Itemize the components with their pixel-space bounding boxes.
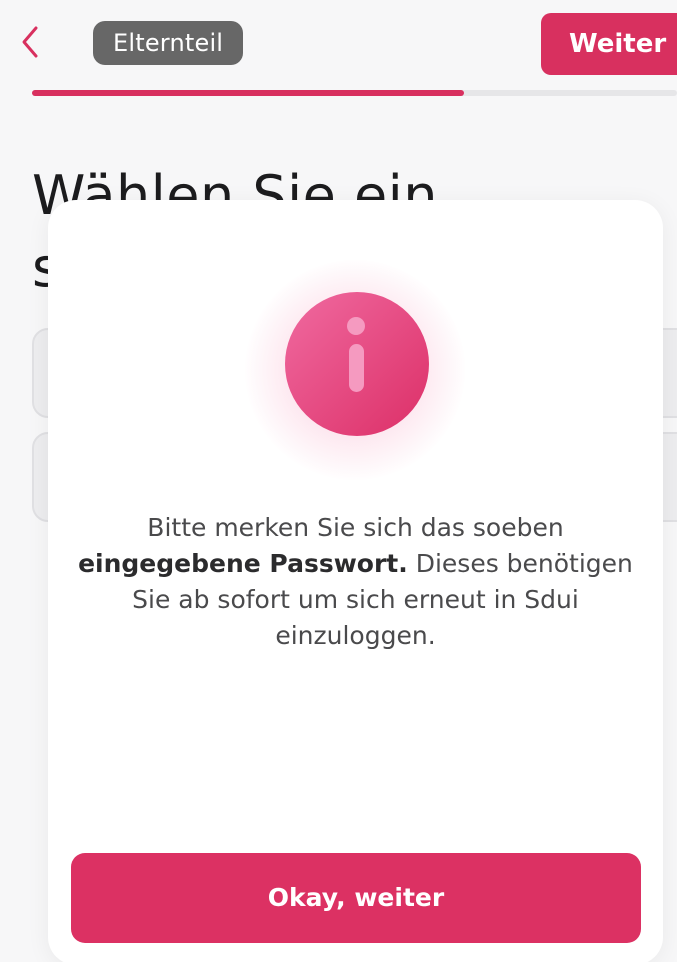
app-screen: Elternteil Weiter Wählen Sie ein sichere…	[0, 0, 677, 962]
progress-bar-fill	[32, 90, 465, 96]
info-dialog: Bitte merken Sie sich das soeben eingege…	[48, 200, 663, 962]
progress-bar	[32, 90, 677, 96]
role-chip: Elternteil	[93, 21, 244, 65]
next-button[interactable]: Weiter	[541, 13, 677, 75]
confirm-button[interactable]: Okay, weiter	[71, 853, 641, 943]
info-icon	[273, 290, 441, 438]
dialog-message-part1: Bitte merken Sie sich das soeben	[147, 513, 564, 542]
back-button[interactable]	[14, 22, 48, 62]
dialog-message-bold: eingegebene Passwort.	[78, 549, 408, 578]
dialog-message: Bitte merken Sie sich das soeben eingege…	[68, 510, 643, 654]
chevron-left-icon	[22, 26, 38, 58]
top-bar: Elternteil Weiter	[0, 0, 677, 100]
